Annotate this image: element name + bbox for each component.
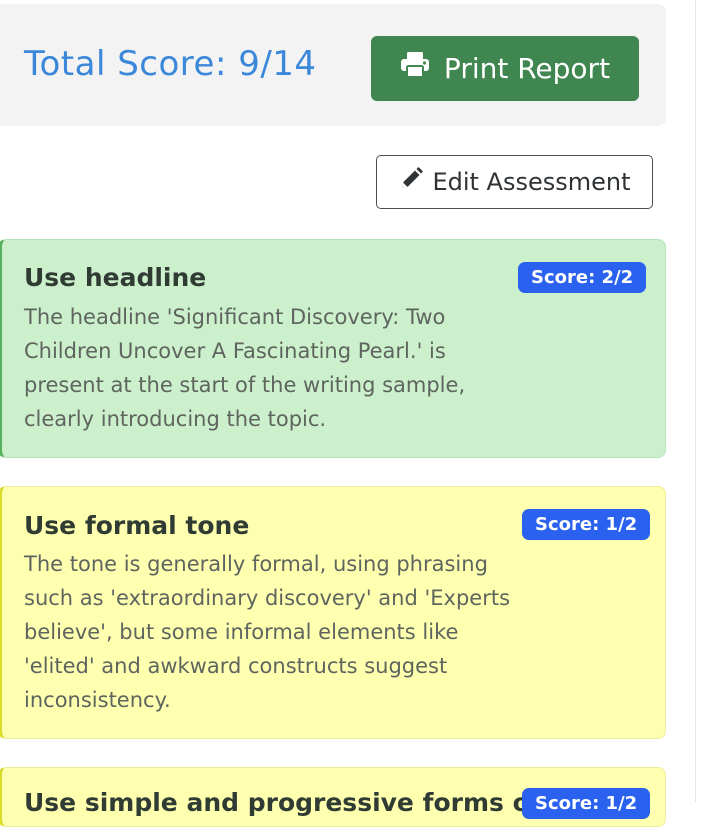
criterion-card: Use headline Score: 2/2 The headline 'Si… xyxy=(0,239,666,458)
criterion-title: Use headline xyxy=(24,263,207,292)
print-report-button[interactable]: Print Report xyxy=(371,36,639,101)
score-badge: Score: 1/2 xyxy=(522,788,651,819)
print-report-label: Print Report xyxy=(443,52,611,85)
criterion-card: Use formal tone Score: 1/2 The tone is g… xyxy=(0,486,666,739)
criterion-title: Use simple and progressive forms of xyxy=(24,788,541,817)
score-badge: Score: 2/2 xyxy=(518,262,647,293)
edit-assessment-label: Edit Assessment xyxy=(432,168,631,196)
score-header: Total Score: 9/14 Print Report xyxy=(0,4,666,126)
criterion-card: Use simple and progressive forms of Scor… xyxy=(0,767,666,827)
pencil-icon xyxy=(398,166,424,198)
edit-assessment-button[interactable]: Edit Assessment xyxy=(376,155,653,209)
score-badge: Score: 1/2 xyxy=(522,509,651,540)
right-rail xyxy=(695,0,726,802)
criterion-comment: The tone is generally formal, using phra… xyxy=(24,552,511,712)
criterion-comment: The headline 'Significant Discovery: Two… xyxy=(24,305,466,431)
total-score: Total Score: 9/14 xyxy=(24,44,317,84)
criterion-title: Use formal tone xyxy=(24,511,250,540)
printer-icon xyxy=(400,51,430,86)
